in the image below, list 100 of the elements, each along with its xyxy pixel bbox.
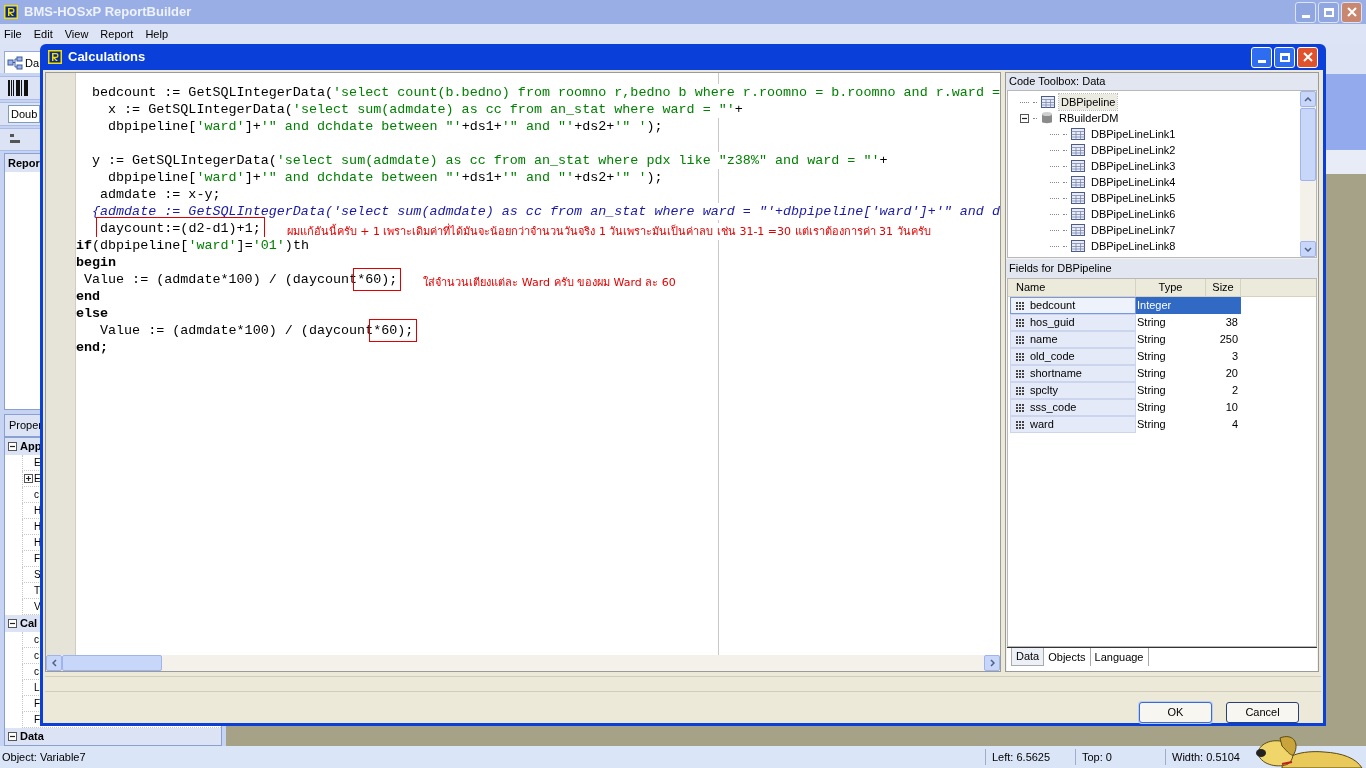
app-logo-icon (48, 50, 62, 64)
table-icon (1071, 208, 1085, 220)
status-text: Width: 0.5104 (1165, 748, 1255, 766)
property-name[interactable]: H (34, 519, 42, 534)
field-name-cell[interactable]: sss_code (1010, 399, 1136, 416)
table-icon (1071, 224, 1085, 236)
menu-item[interactable]: Report (100, 25, 134, 43)
collapse-icon[interactable] (1020, 113, 1029, 123)
column-header[interactable]: Size (1206, 279, 1241, 296)
property-name[interactable]: S (34, 567, 41, 582)
grip-icon (1016, 386, 1024, 395)
property-name[interactable]: L (34, 680, 40, 695)
field-size-cell-text: 250 (1218, 332, 1239, 348)
tree-item[interactable]: DBPipeLineLink5 (1089, 189, 1178, 207)
tab-label: Da (25, 55, 40, 71)
field-size-cell-text: 20 (1224, 366, 1239, 382)
tree-item[interactable]: DBPipeLineLink1 (1089, 125, 1178, 143)
field-name-cell[interactable]: spclty (1010, 382, 1136, 399)
property-name[interactable]: F (34, 696, 41, 711)
field-name-cell[interactable]: ward (1010, 416, 1136, 433)
field-size-cell-text: 38 (1224, 315, 1239, 331)
field-type-cell-text: String (1136, 315, 1167, 331)
field-type-cell-text: String (1136, 383, 1167, 399)
menu-item[interactable]: View (64, 25, 89, 43)
collapse-icon[interactable] (8, 732, 17, 741)
table-icon (1071, 240, 1085, 252)
field-type-cell-text: String (1136, 349, 1167, 365)
field-name-cell[interactable]: hos_guid (1010, 314, 1136, 331)
field-name: old_code (1030, 349, 1075, 365)
tree-item[interactable]: DBPipeLineLink6 (1089, 205, 1178, 223)
table-icon (1071, 144, 1085, 156)
table-icon (1071, 128, 1085, 140)
field-size-cell (1206, 297, 1241, 314)
diagram-icon (7, 55, 23, 70)
panel-tab[interactable]: Data (1011, 648, 1045, 666)
menu-item[interactable]: Edit (33, 25, 53, 43)
tree-item[interactable]: DBPipeLineLink8 (1089, 237, 1178, 255)
close-icon (1346, 7, 1357, 17)
field-name: shortname (1030, 366, 1082, 382)
database-icon (1041, 111, 1053, 125)
property-name[interactable]: E (34, 455, 41, 470)
field-type-cell-text: String (1136, 366, 1167, 382)
status-text: Left: 6.5625 (985, 748, 1075, 766)
grip-icon (1016, 403, 1024, 412)
tree-item[interactable]: RBuilderDM (1057, 109, 1121, 127)
field-size-cell-text: 2 (1230, 383, 1239, 399)
close-icon (1302, 52, 1313, 62)
field-name: spclty (1030, 383, 1059, 399)
field-type-cell-text: String (1136, 417, 1167, 433)
field-name: name (1030, 332, 1058, 348)
grip-icon (1016, 318, 1024, 327)
arrow-up-icon (1304, 96, 1312, 102)
property-name[interactable]: c (34, 648, 39, 663)
column-header[interactable]: Type (1136, 279, 1206, 296)
menu-item[interactable]: File (4, 25, 22, 43)
horizontal-scrollbar[interactable] (46, 655, 1000, 671)
tree-item[interactable]: DBPipeline (1059, 93, 1118, 111)
dialog-button[interactable]: OK (1139, 702, 1212, 723)
status-text: Object: Variable7 (1, 749, 87, 765)
property-name[interactable]: c (34, 664, 39, 679)
grip-icon (1016, 420, 1024, 429)
field-name-cell[interactable]: name (1010, 331, 1136, 348)
tree-item[interactable]: DBPipeLineLink7 (1089, 221, 1178, 239)
expand-icon[interactable] (24, 474, 33, 483)
panel-header: Fields for DBPipeline (1006, 259, 1318, 278)
app-logo-icon (4, 5, 18, 19)
property-name[interactable]: F (34, 712, 41, 727)
field-type-cell-text: String (1136, 400, 1167, 416)
property-name[interactable]: E (34, 471, 41, 486)
field-name-cell[interactable]: bedcount (1010, 297, 1136, 314)
field-name-cell[interactable]: old_code (1010, 348, 1136, 365)
field-name-cell[interactable]: shortname (1010, 365, 1136, 382)
collapse-icon[interactable] (8, 442, 17, 451)
field-size-cell-text: 10 (1224, 400, 1239, 416)
grip-icon (1016, 369, 1024, 378)
property-name[interactable]: H (34, 503, 42, 518)
tree-item[interactable]: DBPipeLineLink2 (1089, 141, 1178, 159)
property-name[interactable]: c (34, 632, 39, 647)
group-label[interactable]: Data (20, 728, 44, 745)
group-label[interactable]: Cal (20, 615, 38, 632)
panel-header: Code Toolbox: Data (1006, 73, 1318, 90)
property-name[interactable]: H (34, 535, 42, 550)
property-name[interactable]: T (34, 583, 41, 598)
tree-item[interactable]: DBPipeLineLink3 (1089, 157, 1178, 175)
property-name[interactable]: c (34, 487, 39, 502)
column-header[interactable]: Name (1008, 279, 1136, 296)
vertical-scrollbar[interactable] (1300, 91, 1316, 257)
font-field[interactable]: Doub (8, 104, 41, 124)
dialog-button[interactable]: Cancel (1226, 702, 1299, 723)
grip-icon (1016, 301, 1024, 310)
barcode-icon[interactable] (8, 80, 28, 97)
property-name[interactable]: V (34, 599, 41, 614)
menu-item[interactable]: Help (145, 25, 168, 43)
collapse-icon[interactable] (8, 619, 17, 628)
field-name: hos_guid (1030, 315, 1075, 331)
table-icon (1071, 192, 1085, 204)
property-name[interactable]: F (34, 551, 41, 566)
grip-icon (1016, 335, 1024, 344)
tree-item[interactable]: DBPipeLineLink4 (1089, 173, 1178, 191)
field-name: sss_code (1030, 400, 1077, 416)
